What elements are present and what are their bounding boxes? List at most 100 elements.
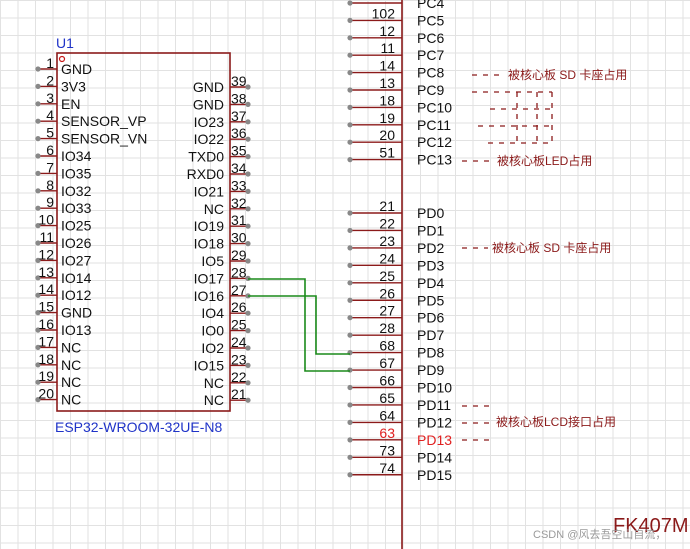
pin-number: 64 xyxy=(379,407,395,423)
note-lcd: 被核心板LCD接口占用 xyxy=(496,414,616,429)
pin-endpoint xyxy=(347,367,353,373)
pin-number: 73 xyxy=(379,442,395,458)
pin-name: IO2 xyxy=(201,340,224,356)
mcu-pin-pd0[interactable]: 21 PD0 xyxy=(347,198,444,221)
note-sd-pc: 被核心板 SD 卡座占用 xyxy=(508,67,627,82)
pin-name: IO5 xyxy=(201,253,224,269)
pin-name: PD7 xyxy=(417,327,444,343)
pin-name: NC xyxy=(61,339,81,355)
pin-number: 24 xyxy=(379,250,395,266)
esp32-module[interactable]: U1 1 GND 2 3V3 3 EN 4 SENSOR_VP 5 SENSOR_VN 6 IO34 7… xyxy=(35,35,251,435)
pin-name: GND xyxy=(61,61,92,77)
pin-name: PC4 xyxy=(417,0,444,11)
pin-endpoint xyxy=(35,205,41,211)
pin-name: PD12 xyxy=(417,414,452,430)
pin-number: 28 xyxy=(231,264,247,280)
pin-name: 3V3 xyxy=(61,78,86,94)
schematic-canvas: U1 1 GND 2 3V3 3 EN 4 SENSOR_VP 5 SENSOR_VN 6 IO34 7… xyxy=(35,0,689,549)
pin-number: 24 xyxy=(231,334,247,350)
pin-name: PC10 xyxy=(417,99,452,115)
pin-endpoint xyxy=(347,315,353,321)
pin-name: PC12 xyxy=(417,134,452,150)
pin-name: IO14 xyxy=(61,270,92,286)
pin-name: PD0 xyxy=(417,205,444,221)
pin-endpoint xyxy=(347,419,353,425)
pin-name: IO21 xyxy=(194,183,225,199)
pin-number: 22 xyxy=(379,215,395,231)
pin-name: IO13 xyxy=(61,322,92,338)
pin-name: PC5 xyxy=(417,12,444,28)
pin-number: 102 xyxy=(372,5,396,21)
pin-number: 14 xyxy=(38,281,54,297)
wire-io17-pd9[interactable] xyxy=(248,278,350,372)
pin-number: 63 xyxy=(379,425,395,441)
pin-number: 35 xyxy=(231,143,247,159)
watermark-text: CSDN @风去吾空山自流， xyxy=(533,527,666,541)
pin-number: 22 xyxy=(231,369,247,385)
pin-number: 18 xyxy=(379,92,395,108)
pin-number: 13 xyxy=(38,264,54,280)
pin-number: 23 xyxy=(231,351,247,367)
pin-endpoint xyxy=(35,136,41,142)
pin-endpoint xyxy=(347,472,353,478)
pin-number: 19 xyxy=(379,110,395,126)
u1-pin-1[interactable]: 1 GND xyxy=(35,55,92,77)
pin-number: 13 xyxy=(379,75,395,91)
pin-name: NC xyxy=(204,392,224,408)
pin-number: 2 xyxy=(46,72,54,88)
pin-name: PC7 xyxy=(417,47,444,63)
pin-name: IO12 xyxy=(61,287,92,303)
pin-name: GND xyxy=(193,79,224,95)
pin-name: PD10 xyxy=(417,380,452,396)
pin-name: IO22 xyxy=(194,131,225,147)
pin-name: PD15 xyxy=(417,467,452,483)
pin-endpoint xyxy=(35,101,41,107)
pin-name: IO17 xyxy=(194,270,225,286)
note-led: 被核心板LED占用 xyxy=(497,153,592,168)
pin-name: PD2 xyxy=(417,240,444,256)
pin-number: 25 xyxy=(231,317,247,333)
pin-number: 33 xyxy=(231,177,247,193)
pin-number: 37 xyxy=(231,108,247,124)
pin-number: 9 xyxy=(46,194,54,210)
pin-endpoint xyxy=(347,210,353,216)
pin-name: PD8 xyxy=(417,345,444,361)
mcu-pin-pc4[interactable]: PC4 xyxy=(347,0,444,11)
pin-name: IO4 xyxy=(201,305,224,321)
pin-name: GND xyxy=(61,305,92,321)
pin-name: PD1 xyxy=(417,222,444,238)
pin-name: PC9 xyxy=(417,82,444,98)
pin-name: IO0 xyxy=(201,323,224,339)
pin-number: 31 xyxy=(231,212,247,228)
pin-name: PC6 xyxy=(417,30,444,46)
pin-number: 12 xyxy=(379,23,395,39)
mcu-module[interactable]: PC4 102 PC5 12 PC6 11 PC7 14 PC8 13 PC9 18 PC10 19 PC1… xyxy=(347,0,689,549)
pin-endpoint xyxy=(347,0,353,6)
pin-name: NC xyxy=(61,392,81,408)
pin-endpoint xyxy=(347,157,353,163)
pin-name: SENSOR_VP xyxy=(61,113,147,129)
pin-number: 14 xyxy=(379,58,395,74)
pin-name: PC11 xyxy=(417,117,451,133)
pin-name: PD5 xyxy=(417,292,444,308)
pin-number: 74 xyxy=(379,460,395,476)
wires xyxy=(248,278,350,372)
pin-number: 67 xyxy=(379,355,395,371)
pin-number: 65 xyxy=(379,390,395,406)
note-sd-pd: 被核心板 SD 卡座占用 xyxy=(492,240,611,255)
pin-name: IO16 xyxy=(194,288,225,304)
pin-number: 30 xyxy=(231,230,247,246)
pin-endpoint xyxy=(347,139,353,145)
pin-endpoint xyxy=(347,454,353,460)
pin-endpoint xyxy=(347,402,353,408)
pin-number: 4 xyxy=(46,107,54,123)
pin-endpoint xyxy=(347,262,353,268)
pin-endpoint xyxy=(35,66,41,72)
wire-io16-pd8[interactable] xyxy=(248,295,350,355)
pin-number: 34 xyxy=(231,160,247,176)
pin-name: IO34 xyxy=(61,148,92,164)
pin-endpoint xyxy=(347,122,353,128)
pin-endpoint xyxy=(347,227,353,234)
pin-name: IO18 xyxy=(194,236,225,252)
u1-part-name: ESP32-WROOM-32UE-N8 xyxy=(55,419,222,435)
